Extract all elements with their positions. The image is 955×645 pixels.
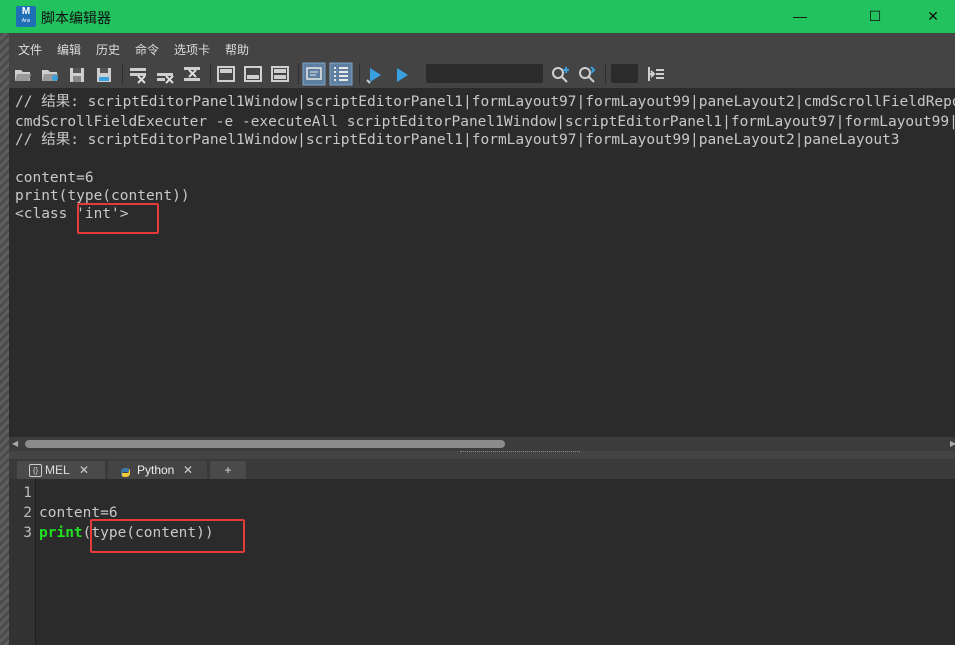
output-line-3: // 结果: scriptEditorPanel1Window|scriptEd… bbox=[15, 132, 900, 148]
menu-command[interactable]: 命令 bbox=[135, 41, 159, 58]
tab-mel-close-icon[interactable]: ✕ bbox=[79, 461, 89, 479]
tab-python[interactable]: Python ✕ bbox=[108, 461, 207, 479]
line-number: 3 bbox=[23, 525, 32, 541]
scrollbar-thumb[interactable] bbox=[25, 440, 505, 448]
tab-mel-label: MEL bbox=[45, 463, 70, 477]
save-script-icon[interactable] bbox=[70, 68, 84, 82]
execute-icon[interactable] bbox=[397, 68, 408, 82]
show-line-numbers-icon[interactable] bbox=[329, 62, 353, 86]
line-number: 2 bbox=[23, 505, 32, 521]
menu-history[interactable]: 历史 bbox=[96, 41, 120, 58]
minimize-button[interactable]: — bbox=[777, 0, 823, 33]
add-tab-button[interactable]: + bbox=[210, 461, 246, 479]
scroll-right-arrow-icon[interactable]: ▶ bbox=[950, 439, 955, 448]
replace-icon[interactable] bbox=[579, 66, 596, 83]
show-history-icon[interactable] bbox=[217, 66, 235, 82]
minimize-icon: — bbox=[793, 8, 807, 24]
keyword-print: print bbox=[39, 525, 83, 541]
maya-app-icon: M Ans bbox=[16, 6, 36, 27]
menu-edit[interactable]: 编辑 bbox=[57, 41, 81, 58]
menu-help[interactable]: 帮助 bbox=[225, 41, 249, 58]
clear-history-icon[interactable] bbox=[130, 68, 146, 84]
save-script-to-shelf-icon[interactable] bbox=[97, 68, 111, 82]
clear-input-icon[interactable] bbox=[157, 73, 174, 84]
menu-file[interactable]: 文件 bbox=[18, 41, 42, 58]
splitter-grip bbox=[460, 451, 580, 454]
scroll-left-arrow-icon[interactable]: ◀ bbox=[12, 439, 18, 448]
close-icon: ✕ bbox=[927, 8, 939, 24]
output-line-1: // 结果: scriptEditorPanel1Window|scriptEd… bbox=[15, 94, 955, 110]
close-button[interactable]: ✕ bbox=[910, 0, 955, 33]
line-number: 1 bbox=[23, 485, 32, 501]
menu-tabs[interactable]: 选项卡 bbox=[174, 41, 210, 58]
left-dock-strip bbox=[0, 33, 9, 645]
maximize-button[interactable]: ☐ bbox=[852, 0, 898, 33]
horizontal-scrollbar[interactable]: ◀ ▶ bbox=[9, 437, 955, 451]
search-icon[interactable] bbox=[552, 67, 569, 83]
show-both-icon[interactable] bbox=[271, 66, 289, 82]
highlight-box-editor bbox=[90, 519, 245, 553]
execute-all-icon[interactable] bbox=[366, 68, 381, 84]
tab-python-close-icon[interactable]: ✕ bbox=[183, 461, 193, 479]
mel-tab-icon: {} bbox=[29, 464, 42, 477]
highlight-box-output bbox=[77, 203, 159, 234]
history-output-panel[interactable]: // 结果: scriptEditorPanel1Window|scriptEd… bbox=[9, 88, 955, 437]
output-line-2: cmdScrollFieldExecuter -e -executeAll sc… bbox=[15, 114, 955, 130]
window-title: 脚本编辑器 bbox=[41, 10, 111, 26]
script-input-editor[interactable] bbox=[9, 479, 955, 645]
goto-line-field[interactable] bbox=[611, 64, 638, 83]
show-input-icon[interactable] bbox=[244, 66, 262, 82]
search-field[interactable] bbox=[426, 64, 543, 83]
output-line-5: content=6 bbox=[15, 170, 94, 186]
open-script-icon[interactable] bbox=[15, 70, 31, 81]
tab-python-label: Python bbox=[137, 463, 175, 477]
clear-all-icon[interactable] bbox=[184, 67, 200, 81]
maximize-icon: ☐ bbox=[868, 8, 882, 24]
tab-mel[interactable]: {} MEL ✕ bbox=[17, 461, 105, 479]
python-logo-icon bbox=[120, 465, 131, 477]
goto-line-icon[interactable] bbox=[648, 67, 664, 81]
echo-all-commands-icon[interactable] bbox=[302, 62, 326, 86]
source-script-icon[interactable] bbox=[42, 70, 58, 81]
